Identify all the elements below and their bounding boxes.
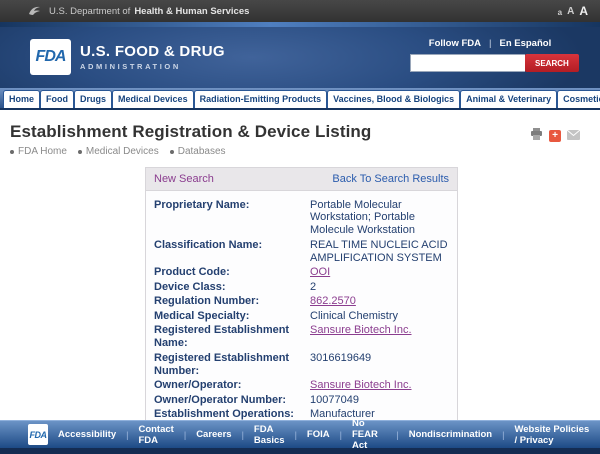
page-action-icons: + [530, 127, 580, 145]
table-row: Registered Establishment Name: Sansure B… [154, 324, 449, 350]
field-value: 2 [310, 281, 449, 294]
font-size-controls: a A A [558, 5, 588, 17]
print-icon[interactable] [530, 127, 543, 145]
field-label: Registered Establishment Number: [154, 352, 304, 378]
panel-body: Proprietary Name: Portable Molecular Wor… [146, 191, 457, 432]
device-detail-panel: New Search Back To Search Results Propri… [145, 167, 458, 433]
page-title: Establishment Registration & Device List… [10, 122, 590, 142]
fda-title: U.S. FOOD & DRUG [80, 43, 225, 60]
breadcrumb-label[interactable]: Medical Devices [86, 146, 159, 157]
breadcrumb-medical-devices[interactable]: Medical Devices [78, 146, 159, 157]
font-size-large-button[interactable]: A [579, 5, 588, 17]
footer-link-accessibility[interactable]: Accessibility [48, 429, 126, 440]
email-icon[interactable] [567, 127, 580, 145]
breadcrumb-label[interactable]: FDA Home [18, 146, 67, 157]
regulation-number-link[interactable]: 862.2570 [310, 295, 449, 308]
table-row: Device Class: 2 [154, 281, 449, 294]
nav-tab-medical-devices[interactable]: Medical Devices [112, 90, 194, 108]
product-code-link[interactable]: OOI [310, 266, 449, 279]
table-row: Classification Name: REAL TIME NUCLEIC A… [154, 239, 449, 265]
field-value: REAL TIME NUCLEIC ACID AMPLIFICATION SYS… [310, 239, 449, 265]
hhs-agency-name[interactable]: Health & Human Services [134, 6, 249, 17]
nav-tab-food[interactable]: Food [40, 90, 74, 108]
footer-fda-logo[interactable]: FDA [28, 424, 48, 445]
nav-tab-vaccines-blood-biologics[interactable]: Vaccines, Blood & Biologics [327, 90, 460, 108]
table-row: Product Code: OOI [154, 266, 449, 279]
table-row: Regulation Number: 862.2570 [154, 295, 449, 308]
banner-right: Follow FDA | En Español SEARCH [410, 38, 570, 72]
footer-link-contact-fda[interactable]: Contact FDA [128, 424, 183, 446]
hhs-eagle-icon [28, 5, 42, 17]
breadcrumb-label[interactable]: Databases [178, 146, 226, 157]
en-espanol-link[interactable]: En Español [499, 38, 551, 49]
nav-tab-animal-veterinary[interactable]: Animal & Veterinary [460, 90, 557, 108]
table-row: Proprietary Name: Portable Molecular Wor… [154, 199, 449, 238]
footer-links: Accessibility Contact FDA Careers FDA Ba… [48, 418, 600, 451]
fda-logo[interactable]: FDA [30, 39, 71, 75]
banner-links: Follow FDA | En Español [410, 38, 570, 49]
nav-tab-home[interactable]: Home [3, 90, 40, 108]
field-value: 3016619649 [310, 352, 449, 378]
field-label: Proprietary Name: [154, 199, 304, 238]
footer-link-no-fear-act[interactable]: No FEAR Act [342, 418, 396, 451]
bullet-icon [170, 150, 174, 154]
search-input[interactable] [410, 54, 525, 72]
footer-link-website-policies[interactable]: Website Policies / Privacy [504, 424, 600, 446]
field-label: Medical Specialty: [154, 310, 304, 323]
breadcrumb-databases[interactable]: Databases [170, 146, 226, 157]
field-label: Regulation Number: [154, 295, 304, 308]
primary-nav: Home Food Drugs Medical Devices Radiatio… [0, 88, 600, 110]
breadcrumb: FDA Home Medical Devices Databases [10, 146, 590, 157]
bullet-icon [10, 150, 14, 154]
link-separator: | [489, 38, 491, 49]
panel-header: New Search Back To Search Results [146, 168, 457, 191]
field-label: Product Code: [154, 266, 304, 279]
footer-link-careers[interactable]: Careers [186, 429, 241, 440]
field-label: Owner/Operator: [154, 379, 304, 392]
hhs-topbar: U.S. Department of Health & Human Servic… [0, 0, 600, 22]
search-area: SEARCH [410, 54, 570, 72]
fda-brand-text: U.S. FOOD & DRUG ADMINISTRATION [80, 43, 225, 71]
follow-fda-link[interactable]: Follow FDA [429, 38, 481, 49]
font-size-small-button[interactable]: a [558, 9, 562, 17]
field-value: Portable Molecular Workstation; Portable… [310, 199, 449, 238]
fda-subtitle: ADMINISTRATION [80, 62, 225, 71]
bullet-icon [78, 150, 82, 154]
table-row: Owner/Operator: Sansure Biotech Inc. [154, 379, 449, 392]
footer-bar: FDA Accessibility Contact FDA Careers FD… [0, 420, 600, 448]
field-label: Classification Name: [154, 239, 304, 265]
search-button[interactable]: SEARCH [525, 54, 579, 72]
nav-tab-radiation-emitting-products[interactable]: Radiation-Emitting Products [194, 90, 328, 108]
owner-operator-link[interactable]: Sansure Biotech Inc. [310, 379, 449, 392]
footer-link-fda-basics[interactable]: FDA Basics [244, 424, 295, 446]
table-row: Medical Specialty: Clinical Chemistry [154, 310, 449, 323]
table-row: Registered Establishment Number: 3016619… [154, 352, 449, 378]
footer-link-nondiscrimination[interactable]: Nondiscrimination [399, 429, 502, 440]
field-label: Owner/Operator Number: [154, 394, 304, 407]
breadcrumb-fda-home[interactable]: FDA Home [10, 146, 67, 157]
font-size-medium-button[interactable]: A [567, 7, 574, 17]
field-label: Registered Establishment Name: [154, 324, 304, 350]
page: U.S. Department of Health & Human Servic… [0, 0, 600, 454]
footer-edge [0, 448, 600, 454]
establishment-name-link[interactable]: Sansure Biotech Inc. [310, 324, 449, 350]
fda-banner: FDA U.S. FOOD & DRUG ADMINISTRATION Foll… [0, 27, 600, 88]
nav-tab-cosmetics[interactable]: Cosmetics [557, 90, 600, 108]
footer-link-foia[interactable]: FOIA [297, 429, 340, 440]
back-to-results-link[interactable]: Back To Search Results [332, 173, 449, 185]
field-value: 10077049 [310, 394, 449, 407]
hhs-agency-prefix: U.S. Department of [49, 6, 130, 17]
new-search-link[interactable]: New Search [154, 173, 214, 185]
share-icon[interactable]: + [549, 130, 561, 142]
main-content: Establishment Registration & Device List… [0, 110, 600, 454]
field-label: Device Class: [154, 281, 304, 294]
field-value: Clinical Chemistry [310, 310, 449, 323]
table-row: Owner/Operator Number: 10077049 [154, 394, 449, 407]
nav-tab-drugs[interactable]: Drugs [74, 90, 112, 108]
fda-brand[interactable]: FDA U.S. FOOD & DRUG ADMINISTRATION [30, 39, 225, 75]
